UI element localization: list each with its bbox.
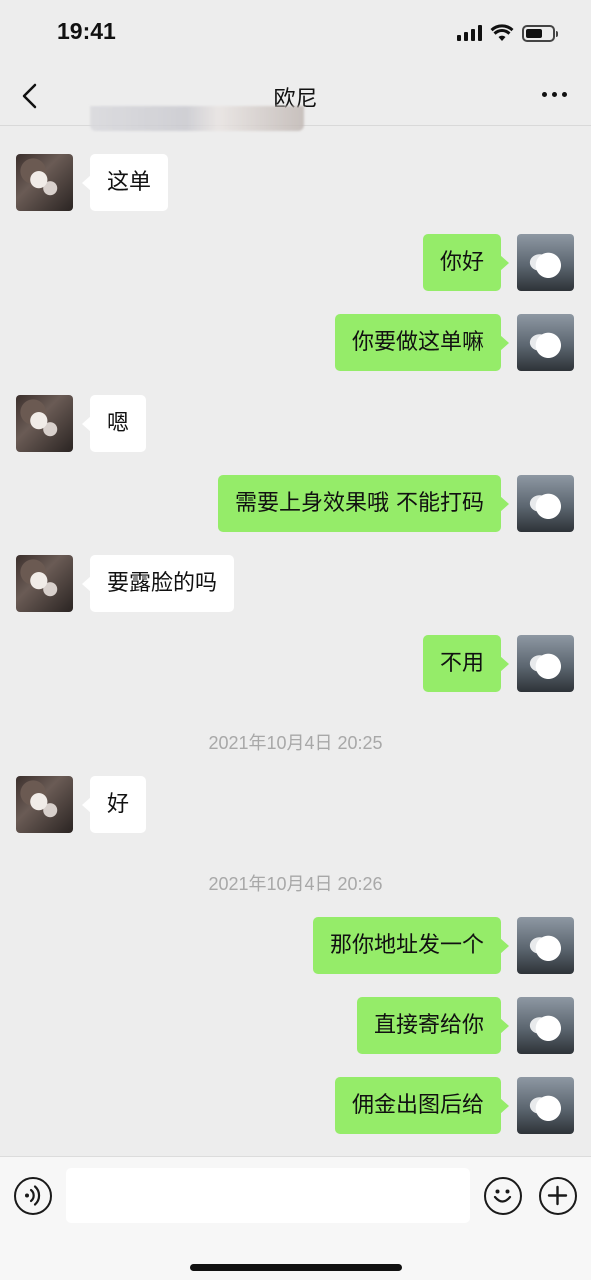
sent-message-bubble[interactable]: 你要做这单嘛 bbox=[334, 314, 510, 371]
message-row: 那你地址发一个 bbox=[0, 917, 591, 975]
cellular-signal-icon bbox=[457, 25, 482, 41]
sent-message-bubble[interactable]: 直接寄给你 bbox=[356, 997, 510, 1054]
message-input-bar bbox=[0, 1156, 591, 1280]
plus-sign-icon bbox=[547, 1185, 568, 1206]
message-row: 嗯 bbox=[0, 395, 591, 453]
message-row: 要露脸的吗 bbox=[0, 555, 591, 613]
more-dots-icon[interactable] bbox=[542, 92, 567, 97]
my-avatar[interactable] bbox=[517, 1077, 574, 1134]
sent-message-bubble[interactable]: 不用 bbox=[422, 635, 510, 692]
received-message-bubble[interactable]: 好 bbox=[81, 776, 147, 833]
sent-message-bubble[interactable]: 佣金出图后给 bbox=[334, 1077, 510, 1134]
my-avatar[interactable] bbox=[517, 635, 574, 692]
contact-avatar[interactable] bbox=[16, 555, 73, 612]
wifi-icon bbox=[490, 24, 514, 41]
voice-waves-icon bbox=[25, 1185, 41, 1206]
message-row: 这单 bbox=[0, 154, 591, 212]
message-row: 佣金出图后给 bbox=[0, 1077, 591, 1135]
status-icons bbox=[457, 22, 558, 44]
my-avatar[interactable] bbox=[517, 234, 574, 291]
smiley-face-icon bbox=[493, 1189, 512, 1203]
message-row: 需要上身效果哦 不能打码 bbox=[0, 475, 591, 533]
sent-message-bubble[interactable]: 那你地址发一个 bbox=[312, 917, 510, 974]
status-bar: 19:41 bbox=[0, 0, 591, 66]
message-row: 你好 bbox=[0, 234, 591, 292]
voice-icon[interactable] bbox=[14, 1177, 52, 1215]
status-time: 19:41 bbox=[57, 18, 116, 44]
received-message-bubble[interactable]: 这单 bbox=[81, 154, 169, 211]
sent-message-bubble[interactable]: 你好 bbox=[422, 234, 510, 291]
received-message-bubble[interactable]: 要露脸的吗 bbox=[81, 555, 235, 612]
received-message-bubble[interactable]: 嗯 bbox=[81, 395, 147, 452]
emoji-icon[interactable] bbox=[484, 1177, 522, 1215]
contact-avatar[interactable] bbox=[16, 395, 73, 452]
partial-image-message[interactable] bbox=[90, 106, 304, 131]
message-timestamp: 2021年10月4日 20:25 bbox=[208, 733, 383, 753]
message-row: 好 bbox=[0, 776, 591, 834]
message-row: 不用 bbox=[0, 635, 591, 693]
message-row: 直接寄给你 bbox=[0, 997, 591, 1055]
my-avatar[interactable] bbox=[517, 917, 574, 974]
contact-avatar[interactable] bbox=[16, 154, 73, 211]
plus-icon[interactable] bbox=[539, 1177, 577, 1215]
my-avatar[interactable] bbox=[517, 475, 574, 532]
contact-avatar[interactable] bbox=[16, 776, 73, 833]
message-row: 你要做这单嘛 bbox=[0, 314, 591, 372]
my-avatar[interactable] bbox=[517, 997, 574, 1054]
sent-message-bubble[interactable]: 需要上身效果哦 不能打码 bbox=[218, 475, 509, 532]
battery-icon bbox=[522, 24, 558, 42]
message-timestamp: 2021年10月4日 20:26 bbox=[208, 874, 383, 894]
my-avatar[interactable] bbox=[517, 314, 574, 371]
home-indicator bbox=[190, 1264, 402, 1271]
message-input[interactable] bbox=[66, 1168, 470, 1223]
